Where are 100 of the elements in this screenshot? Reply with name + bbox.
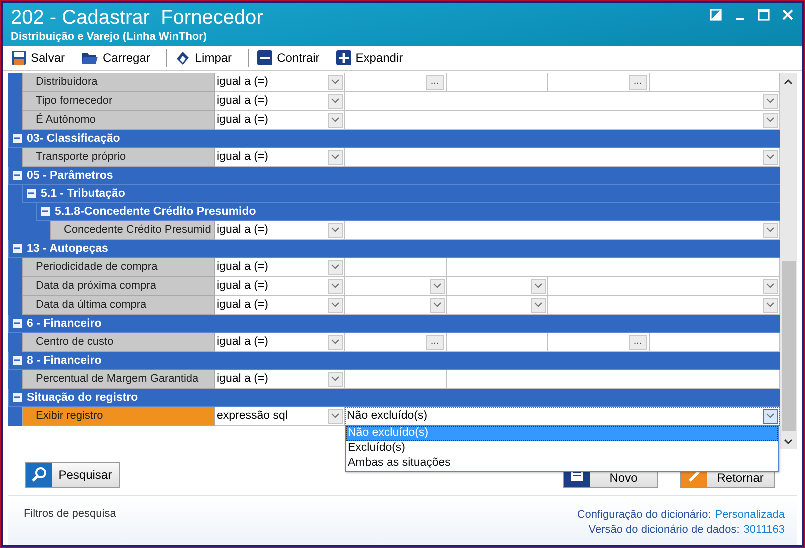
dropdown-arrow-button[interactable] [328,298,343,312]
ellipsis-button[interactable]: ... [629,334,647,350]
filter-label[interactable]: Percentual de Margem Garantida [22,370,215,389]
save-tool-button[interactable]: Salvar [9,50,76,66]
dropdown-arrow-button[interactable] [328,222,343,238]
dropdown-arrow-button[interactable] [328,372,343,386]
filter-label[interactable]: Transporte próprio [22,148,215,167]
ellipsis-button[interactable]: ... [426,74,444,90]
chevron-down-icon [331,117,340,123]
ellipsis-button[interactable]: ... [426,334,444,350]
dropdown-arrow-button[interactable] [763,408,778,424]
dropdown-arrow-button[interactable] [763,278,778,294]
lookup-field[interactable]: ... [548,73,650,92]
dropdown-arrow-button[interactable] [328,112,343,128]
dropdown-arrow-button[interactable] [763,112,778,128]
chevron-down-icon [331,302,340,308]
chevron-down-icon [433,283,442,289]
chevron-down-icon [331,98,340,104]
scrollbar[interactable] [780,73,797,449]
filter-label[interactable]: Centro de custo [22,333,215,352]
input-field[interactable] [447,258,780,277]
close-icon[interactable] [782,9,794,21]
collapse-toggle-icon[interactable] [13,244,22,253]
dropdown-arrow-button[interactable] [328,334,343,350]
clear-tool-button[interactable]: Limpar [173,50,242,66]
operator-dropdown[interactable]: igual a (=) [215,92,345,111]
filter-label[interactable]: Distribuidora [22,73,215,92]
collapse-toggle-icon[interactable] [13,171,22,180]
input-field[interactable] [447,73,548,92]
chevron-down-icon [766,154,775,160]
filter-label[interactable]: Data da última compra [22,296,215,315]
maximize-icon[interactable] [758,9,770,21]
lookup-field[interactable]: ... [345,333,447,352]
expand-tool-button[interactable]: Expandir [334,50,414,66]
dropdown-arrow-button[interactable] [328,150,343,164]
scroll-down-icon[interactable] [784,439,793,445]
lookup-field[interactable]: ... [345,73,447,92]
collapse-toggle-icon[interactable] [27,189,36,198]
collapse-toggle-icon[interactable] [41,207,50,216]
chevron-down-icon [766,283,775,289]
collapse-toggle-icon[interactable] [13,356,22,365]
operator-dropdown[interactable]: igual a (=) [215,221,345,240]
operator-dropdown[interactable]: igual a (=) [215,148,345,167]
filter-label[interactable]: Exibir registro [22,407,215,426]
collapse-tool-button[interactable]: Contrair [255,50,330,66]
status-text: Filtros de pesquisa [24,508,116,520]
dropdown-arrow-button[interactable] [763,94,778,108]
chevron-down-icon [534,283,543,289]
collapse-toggle-icon[interactable] [13,134,22,143]
filter-label[interactable]: Concedente Crédito Presumid [50,221,215,240]
chevron-down-icon [331,413,340,419]
filter-label[interactable]: Tipo fornecedor [22,92,215,111]
operator-dropdown[interactable]: igual a (=) [215,296,345,315]
dropdown-option[interactable]: Excluído(s) [346,441,778,456]
input-field[interactable] [447,333,548,352]
dropdown-arrow-button[interactable] [328,260,343,274]
filter-label[interactable]: Periodicidade de compra [22,258,215,277]
scrollbar-thumb[interactable] [782,261,796,431]
input-field[interactable] [345,370,447,389]
dropdown-arrow-button[interactable] [763,222,778,238]
dropdown-arrow-button[interactable] [430,278,445,294]
search-button[interactable]: Pesquisar [25,462,120,488]
group-title: 6 - Financeiro [27,318,102,330]
chevron-down-icon [766,302,775,308]
operator-dropdown[interactable]: igual a (=) [215,73,345,92]
dropdown-arrow-button[interactable] [531,298,546,312]
search-icon [31,467,47,483]
dropdown-arrow-button[interactable] [328,278,343,294]
dropdown-arrow-button[interactable] [531,278,546,294]
filter-label[interactable]: Data da próxima compra [22,277,215,296]
operator-dropdown[interactable]: igual a (=) [215,370,345,389]
operator-dropdown[interactable]: igual a (=) [215,333,345,352]
operator-dropdown[interactable]: igual a (=) [215,277,345,296]
open-tool-button[interactable]: Carregar [79,51,160,65]
chevron-down-icon [766,413,775,419]
ellipsis-button[interactable]: ... [629,74,647,90]
operator-dropdown[interactable]: igual a (=) [215,258,345,277]
dropdown-arrow-button[interactable] [430,298,445,312]
minus-square-icon [257,50,274,66]
dropdown-arrow-button[interactable] [763,298,778,312]
operator-dropdown[interactable]: expressão sql [215,407,345,426]
status-value: Personalizada [715,508,785,523]
input-field[interactable] [650,73,780,92]
collapse-toggle-icon[interactable] [13,393,22,402]
input-field[interactable] [447,370,780,389]
input-field[interactable] [345,258,447,277]
dropdown-arrow-button[interactable] [328,74,343,90]
scroll-up-icon[interactable] [784,79,793,85]
input-field[interactable] [650,333,780,352]
chevron-down-icon [331,154,340,160]
group-title: 5.1 - Tributação [41,188,126,200]
status-label: Versão do dicionário de dados: [588,523,740,538]
lookup-field[interactable]: ... [548,333,650,352]
restore-icon[interactable] [710,9,722,21]
dropdown-arrow-button[interactable] [328,94,343,108]
dropdown-arrow-button[interactable] [328,408,343,424]
filter-label[interactable]: É Autônomo [22,111,215,130]
collapse-toggle-icon[interactable] [13,319,22,328]
dropdown-arrow-button[interactable] [763,150,778,164]
operator-dropdown[interactable]: igual a (=) [215,111,345,130]
